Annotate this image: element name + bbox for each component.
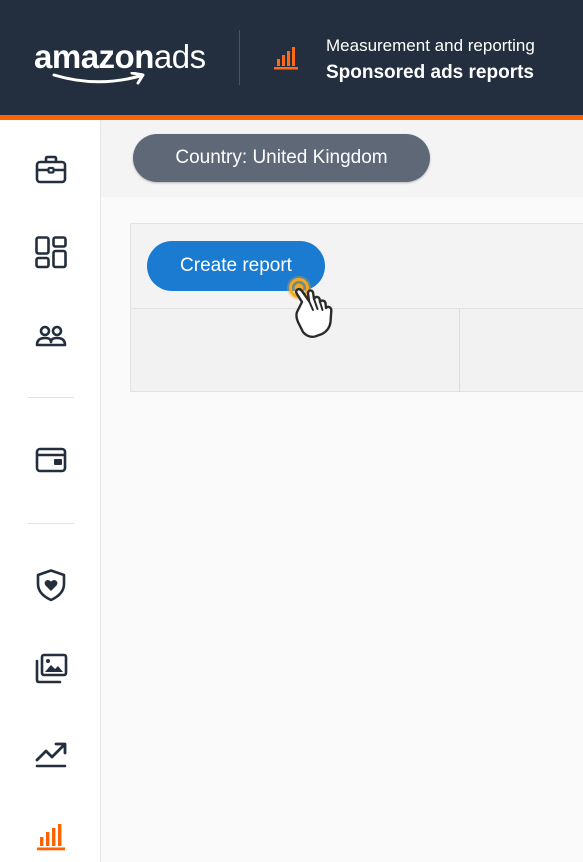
grid-layout-icon	[35, 236, 67, 269]
trend-up-icon	[35, 742, 67, 768]
sidebar-item-billing[interactable]	[27, 436, 75, 484]
briefcase-icon	[35, 155, 67, 184]
sidebar-item-trends[interactable]	[27, 729, 75, 777]
sidebar-item-reports[interactable]	[27, 812, 75, 860]
bar-chart-icon	[274, 47, 298, 70]
hand-pointer-cursor-icon	[287, 276, 333, 338]
sidebar-item-creative-assets[interactable]	[27, 645, 75, 693]
page: amazonads Measurement and reporting Spon…	[0, 0, 583, 862]
page-title: Sponsored ads reports	[326, 62, 534, 83]
smile-arrow-icon	[52, 72, 145, 85]
logo-light-text: ads	[153, 38, 206, 75]
header-divider	[239, 30, 240, 85]
sidebar-item-brand-safety[interactable]	[27, 561, 75, 609]
sidebar-item-dashboard[interactable]	[27, 228, 75, 276]
sidebar-item-campaigns[interactable]	[27, 146, 75, 194]
table-column-divider	[459, 309, 460, 392]
people-icon	[35, 325, 67, 347]
wallet-icon	[35, 447, 67, 473]
bar-chart-icon	[37, 824, 65, 851]
shield-heart-icon	[36, 569, 66, 602]
reports-table-header	[130, 309, 583, 392]
amazon-ads-logo[interactable]: amazonads	[34, 38, 214, 88]
logo-bold-text: amazon	[34, 38, 154, 75]
image-stack-icon	[35, 653, 68, 684]
sidebar-item-audiences[interactable]	[27, 312, 75, 360]
country-filter-chip[interactable]: Country: United Kingdom	[133, 134, 430, 182]
sidebar-separator	[28, 397, 74, 398]
sidebar-separator	[28, 523, 74, 524]
header-subtitle: Measurement and reporting	[326, 36, 535, 55]
top-header: amazonads Measurement and reporting Spon…	[0, 0, 583, 115]
